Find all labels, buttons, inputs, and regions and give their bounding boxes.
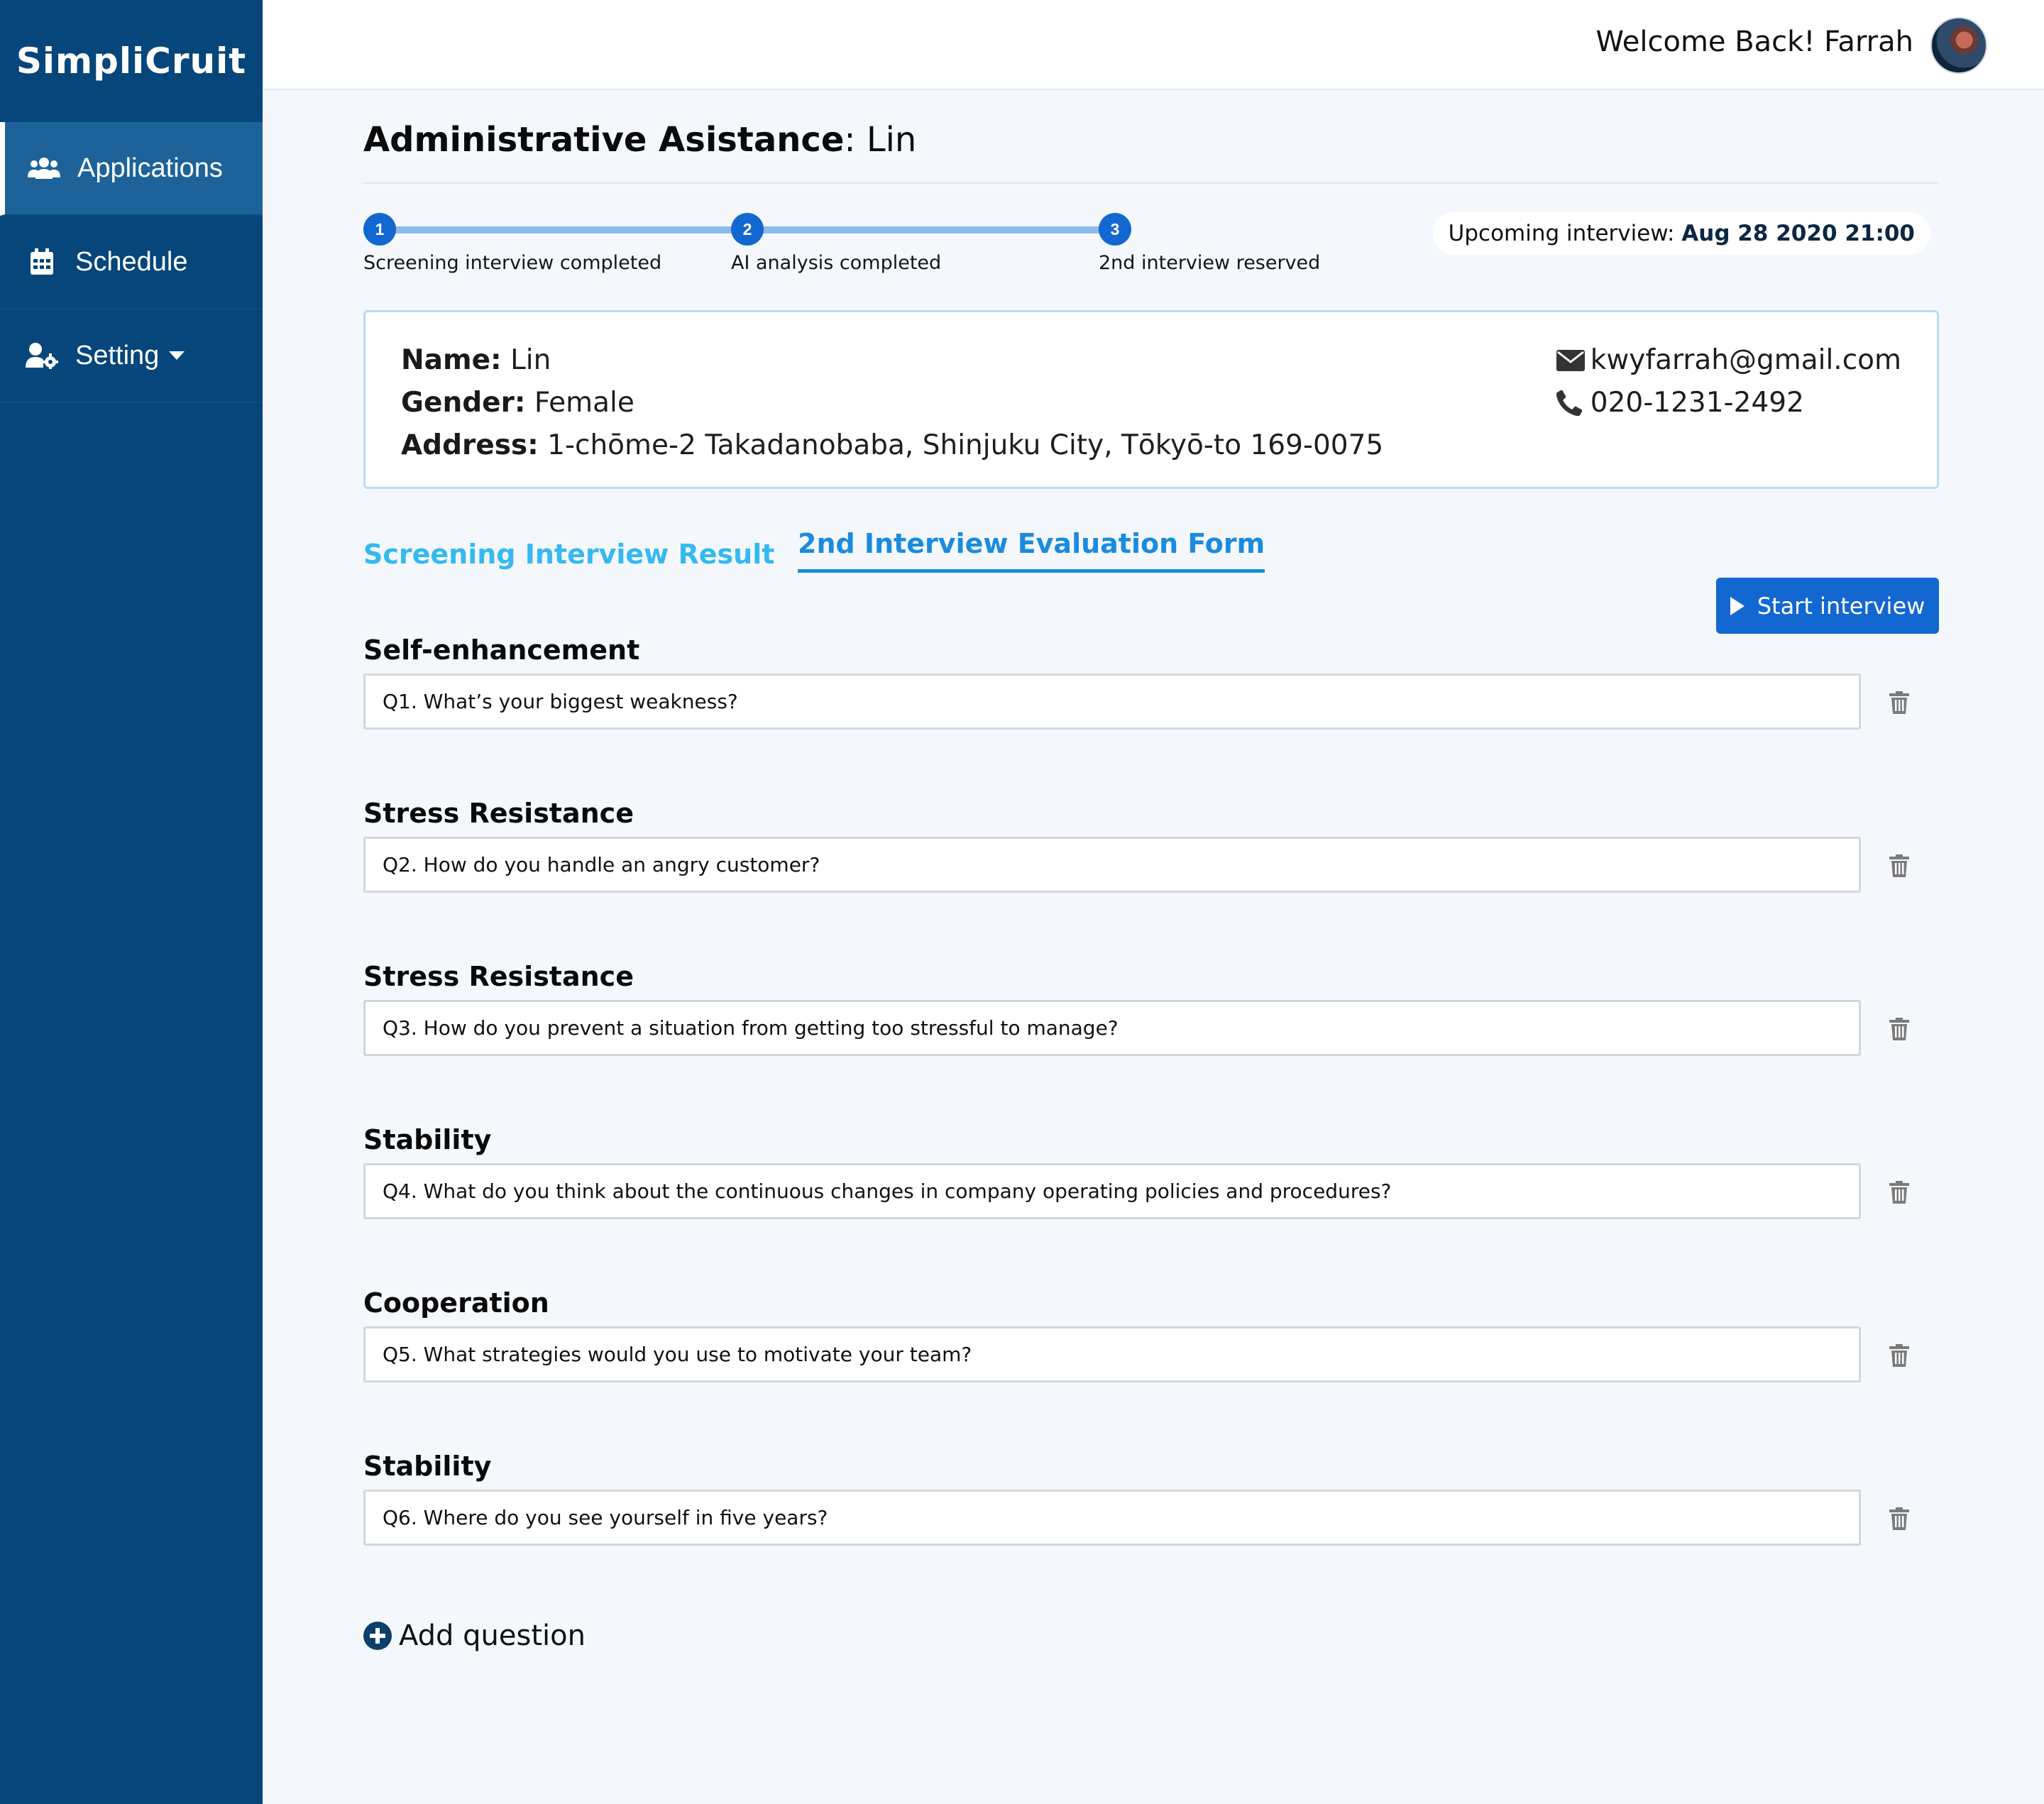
trash-icon[interactable]: [1889, 1507, 1909, 1530]
step-3-label: 2nd interview reserved: [1099, 252, 1321, 274]
tab-2nd-interview-evaluation-form[interactable]: 2nd Interview Evaluation Form: [798, 528, 1265, 573]
sidebar-item-schedule[interactable]: Schedule: [0, 216, 263, 309]
sidebar: SimpliCruit Applications Schedule Settin…: [0, 0, 263, 1804]
tabs: Screening Interview Result 2nd Interview…: [363, 528, 1939, 634]
sidebar-item-setting[interactable]: Setting: [0, 309, 263, 403]
contact-info: kwyfarrah@gmail.com 020-1231-2492: [1556, 339, 1901, 424]
address-label: Address:: [401, 429, 539, 461]
sidebar-item-label: Applications: [77, 153, 223, 183]
question-input[interactable]: [363, 1326, 1861, 1382]
top-bar: Welcome Back! Farrah: [263, 0, 2044, 90]
email-row: kwyfarrah@gmail.com: [1556, 339, 1901, 382]
candidate-address-row: Address: 1-chōme-2 Takadanobaba, Shinjuk…: [401, 424, 1901, 467]
question-input[interactable]: [363, 673, 1861, 730]
upcoming-interview-badge: Upcoming interview: Aug 28 2020 21:00: [1432, 212, 1930, 255]
calendar-icon: [24, 248, 60, 276]
trash-icon[interactable]: [1889, 1344, 1909, 1367]
upcoming-label: Upcoming interview:: [1448, 221, 1675, 246]
start-interview-label: Start interview: [1757, 592, 1925, 620]
main-content: Administrative Asistance: Lin 1 2 3 Scre…: [363, 90, 1939, 1652]
step-2-label: AI analysis completed: [731, 252, 942, 274]
phone-icon: [1556, 390, 1586, 417]
trash-icon[interactable]: [1889, 1181, 1909, 1204]
candidate-name: Lin: [510, 344, 551, 376]
question-category: Stress Resistance: [363, 798, 634, 829]
logo: SimpliCruit: [16, 40, 247, 82]
users-icon: [26, 154, 62, 182]
question-block: Stability: [363, 1117, 1939, 1280]
question-category: Stability: [363, 1451, 492, 1482]
candidate-phone[interactable]: 020-1231-2492: [1590, 382, 1804, 424]
trash-icon[interactable]: [1889, 691, 1909, 714]
welcome-text: Welcome Back! Farrah: [1595, 26, 1913, 58]
add-question-label: Add question: [399, 1619, 586, 1652]
question-input[interactable]: [363, 1000, 1861, 1056]
sidebar-item-label: Schedule: [75, 246, 188, 277]
phone-row: 020-1231-2492: [1556, 382, 1901, 424]
sidebar-item-applications[interactable]: Applications: [0, 122, 263, 216]
question-input[interactable]: [363, 1490, 1861, 1546]
page-title: Administrative Asistance: Lin: [363, 120, 1939, 160]
question-category: Stress Resistance: [363, 961, 634, 992]
step-1-dot: 1: [363, 213, 396, 246]
question-input[interactable]: [363, 1163, 1861, 1219]
question-block: Stability: [363, 1443, 1939, 1607]
question-input[interactable]: [363, 837, 1861, 893]
question-block: Self-enhancement: [363, 627, 1939, 791]
question-list: Self-enhancement Stress Resistance Stres…: [363, 627, 1939, 1607]
envelope-icon: [1556, 347, 1586, 374]
step-3-dot: 3: [1099, 213, 1131, 246]
trash-icon[interactable]: [1889, 854, 1909, 877]
play-icon: [1730, 596, 1744, 615]
name-label: Name:: [401, 344, 502, 376]
avatar[interactable]: [1930, 17, 1987, 74]
step-2-dot: 2: [731, 213, 764, 246]
question-category: Self-enhancement: [363, 634, 640, 666]
question-category: Stability: [363, 1124, 492, 1155]
upcoming-date: Aug 28 2020 21:00: [1681, 221, 1915, 246]
start-interview-button[interactable]: Start interview: [1716, 578, 1939, 634]
candidate-gender: Female: [534, 387, 634, 419]
trash-icon[interactable]: [1889, 1018, 1909, 1040]
question-block: Cooperation: [363, 1280, 1939, 1443]
step-1-label: Screening interview completed: [363, 252, 662, 274]
chevron-down-icon: [169, 351, 185, 360]
candidate-email[interactable]: kwyfarrah@gmail.com: [1590, 339, 1901, 382]
tab-screening-interview-result[interactable]: Screening Interview Result: [363, 539, 774, 570]
sidebar-item-label: Setting: [75, 340, 160, 370]
page-title-job: Administrative Asistance: [363, 120, 845, 160]
candidate-address: 1-chōme-2 Takadanobaba, Shinjuku City, T…: [547, 429, 1384, 461]
gender-label: Gender:: [401, 387, 526, 419]
progress-stepper: 1 2 3 Screening interview completed AI a…: [363, 184, 1939, 310]
add-question-button[interactable]: Add question: [363, 1619, 1939, 1652]
plus-circle-icon: [363, 1622, 392, 1650]
question-block: Stress Resistance: [363, 954, 1939, 1117]
question-block: Stress Resistance: [363, 791, 1939, 954]
user-cog-icon: [24, 341, 60, 370]
question-category: Cooperation: [363, 1287, 549, 1319]
page-title-candidate: : Lin: [844, 120, 917, 160]
candidate-info-card: Name: Lin Gender: Female Address: 1-chōm…: [363, 310, 1939, 489]
